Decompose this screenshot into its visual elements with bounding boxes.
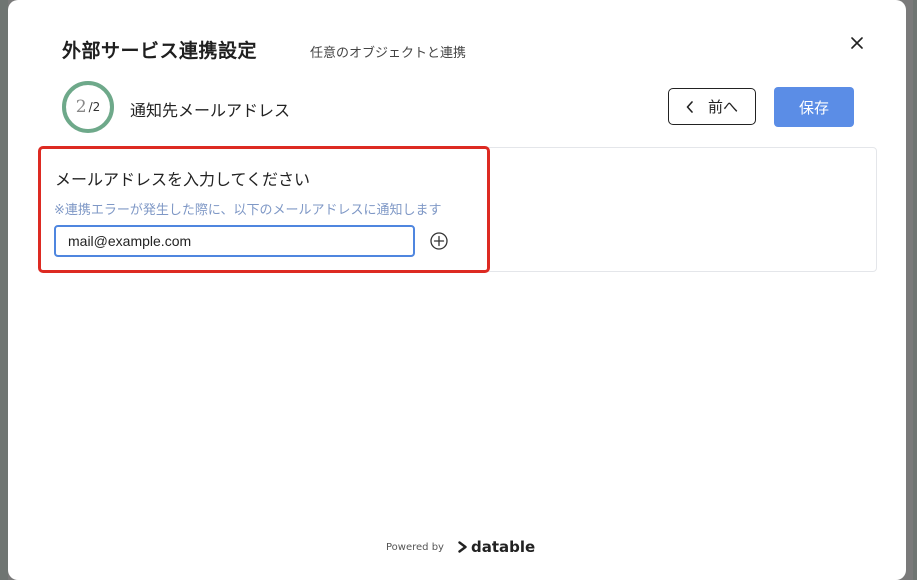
step-total: /2 [88, 100, 101, 114]
modal-title: 外部サービス連携設定 [62, 40, 258, 62]
modal-subtitle: 任意のオブジェクトと連携 [310, 46, 467, 61]
step-counter: 2 /2 [61, 80, 115, 134]
datable-logo-icon [458, 541, 467, 553]
backdrop-right [913, 0, 917, 580]
prev-button-label: 前へ [707, 98, 738, 116]
footer: Powered by datable [386, 538, 535, 556]
step-current: 2 [75, 97, 87, 117]
save-button-label: 保存 [798, 98, 829, 117]
chevron-left-icon [686, 100, 693, 113]
save-button[interactable]: 保存 [774, 87, 854, 127]
close-icon [851, 37, 863, 49]
powered-by-text: Powered by [386, 541, 444, 553]
step-progress: 2 /2 [61, 80, 115, 134]
integration-settings-modal: 外部サービス連携設定 任意のオブジェクトと連携 2 /2 通知先メールアドレス … [8, 0, 906, 580]
close-button[interactable] [845, 31, 869, 55]
brand-name: datable [470, 538, 536, 556]
brand-logo: datable [458, 538, 535, 556]
backdrop [0, 0, 8, 580]
prev-button[interactable]: 前へ [668, 88, 756, 125]
step-title: 通知先メールアドレス [130, 101, 291, 120]
highlight-box [38, 146, 490, 273]
